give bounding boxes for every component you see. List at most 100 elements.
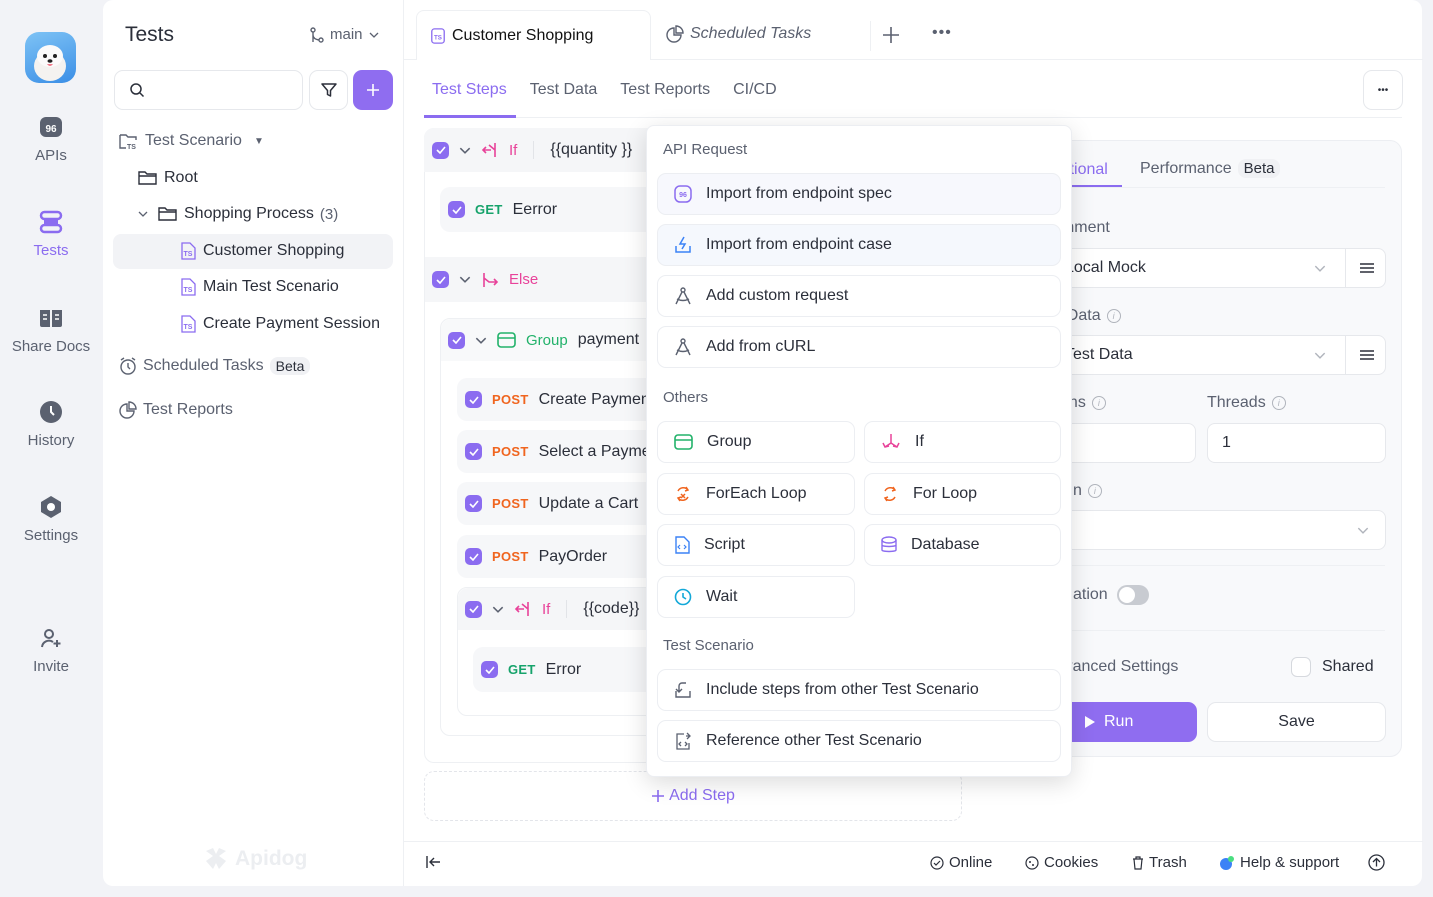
- step-checkbox[interactable]: [465, 495, 482, 512]
- tab-more-button[interactable]: •••: [932, 24, 952, 42]
- menu-script[interactable]: Script: [657, 524, 855, 566]
- menu-add-from-curl[interactable]: Add from cURL: [657, 326, 1061, 368]
- menu-import-endpoint-spec[interactable]: 96 Import from endpoint spec: [657, 173, 1061, 215]
- step-group-payment[interactable]: Group payment: [448, 319, 639, 361]
- rail-item-settings[interactable]: Settings: [0, 495, 102, 544]
- tab-performance[interactable]: Performance Beta: [1140, 159, 1281, 178]
- step-if-code[interactable]: If {{code}}: [465, 588, 639, 630]
- menu-icon[interactable]: [1360, 349, 1374, 361]
- step-checkbox[interactable]: [432, 271, 449, 288]
- step-else[interactable]: Else: [432, 257, 538, 302]
- notification-toggle[interactable]: [1117, 585, 1149, 605]
- save-button[interactable]: Save: [1207, 702, 1386, 742]
- menu-wait[interactable]: Wait: [657, 576, 855, 618]
- step-checkbox[interactable]: [432, 141, 449, 159]
- tab-label: Performance: [1140, 159, 1232, 177]
- chevron-down-icon[interactable]: [459, 276, 471, 283]
- shared-label: Shared: [1322, 658, 1374, 675]
- menu-reference-scenario[interactable]: Reference other Test Scenario: [657, 720, 1061, 762]
- menu-label: Include steps from other Test Scenario: [706, 681, 979, 698]
- step-type: Group: [526, 331, 568, 349]
- menu-label: Script: [704, 536, 745, 553]
- help-support-button[interactable]: Help & support: [1219, 854, 1339, 871]
- info-icon: i: [1271, 396, 1286, 410]
- footer-label: Help & support: [1240, 854, 1340, 871]
- menu-for-loop[interactable]: For Loop: [864, 473, 1061, 515]
- chevron-down-icon[interactable]: [459, 147, 471, 154]
- pie-chart-icon: [666, 25, 684, 43]
- tree-test-reports[interactable]: Test Reports: [119, 401, 233, 419]
- step-checkbox[interactable]: [465, 548, 482, 565]
- avatar[interactable]: [25, 32, 76, 83]
- http-method: POST: [492, 444, 529, 459]
- tab-customer-shopping[interactable]: TS Customer Shopping: [416, 10, 651, 60]
- menu-include-steps[interactable]: Include steps from other Test Scenario: [657, 669, 1061, 711]
- cookies-button[interactable]: Cookies: [1025, 854, 1098, 871]
- tree-scenario-customer-shopping[interactable]: TS Customer Shopping: [179, 241, 344, 261]
- add-step-button[interactable]: Add Step: [424, 771, 962, 821]
- chevron-down-icon[interactable]: [475, 337, 487, 344]
- menu-if[interactable]: If: [864, 421, 1061, 463]
- step-if-quantity[interactable]: If {{quantity }}: [432, 128, 632, 172]
- subtab-test-reports[interactable]: Test Reports: [620, 81, 710, 99]
- chevron-down-icon[interactable]: [492, 606, 504, 613]
- tree-scenario-create-payment[interactable]: TS Create Payment Session: [179, 314, 391, 334]
- tab-scheduled-tasks[interactable]: Scheduled Tasks: [666, 25, 811, 43]
- tree-test-scenario[interactable]: TS Test Scenario ▼: [119, 132, 264, 150]
- shared-checkbox[interactable]: [1291, 657, 1311, 677]
- new-tab-button[interactable]: [882, 26, 900, 44]
- rail-item-tests[interactable]: Tests: [0, 210, 102, 259]
- rail-item-invite[interactable]: Invite: [0, 626, 102, 675]
- page-more-button[interactable]: •••: [1363, 70, 1403, 110]
- collapse-sidebar-button[interactable]: [426, 855, 442, 869]
- threads-input[interactable]: 1: [1207, 423, 1386, 463]
- branch-icon: [310, 26, 324, 43]
- filter-button[interactable]: [309, 70, 348, 110]
- folder-icon: [158, 207, 177, 221]
- cookie-icon: [1025, 855, 1039, 870]
- field5-label: ni: [1073, 482, 1102, 500]
- menu-database[interactable]: Database: [864, 524, 1061, 566]
- chevron-down-icon: [369, 32, 378, 38]
- step-checkbox[interactable]: [448, 331, 465, 349]
- menu-import-endpoint-case[interactable]: Import from endpoint case: [657, 224, 1061, 266]
- step-checkbox[interactable]: [465, 443, 482, 460]
- search-input[interactable]: [114, 70, 303, 110]
- step-name: Error: [545, 660, 582, 678]
- check-icon: [451, 205, 462, 214]
- rail-item-history[interactable]: History: [0, 400, 102, 449]
- trash-button[interactable]: Trash: [1132, 854, 1187, 871]
- tree-folder-shopping[interactable]: Shopping Process (3): [138, 205, 338, 223]
- subtab-test-data[interactable]: Test Data: [530, 81, 598, 99]
- rail-item-apis[interactable]: 96 APIs: [0, 115, 102, 164]
- script-icon: [675, 536, 690, 554]
- menu-group[interactable]: Group: [657, 421, 855, 463]
- save-label: Save: [1278, 713, 1315, 730]
- sub-tabs: Test Steps Test Data Test Reports CI/CD: [432, 81, 777, 99]
- test-data-value: Test Data: [1065, 346, 1133, 363]
- foreach-icon: [676, 486, 690, 502]
- tree-root[interactable]: Root: [138, 169, 198, 187]
- branch-selector[interactable]: main: [310, 26, 379, 43]
- add-button[interactable]: [353, 70, 393, 110]
- menu-icon[interactable]: [1360, 262, 1374, 274]
- subtab-cicd[interactable]: CI/CD: [733, 81, 777, 99]
- scroll-top-button[interactable]: [1368, 854, 1385, 871]
- tree-scenario-main[interactable]: TS Main Test Scenario: [179, 277, 339, 297]
- tree-label: Scheduled Tasks: [143, 357, 264, 374]
- step-checkbox[interactable]: [465, 391, 482, 408]
- environment-value: Local Mock: [1065, 259, 1146, 276]
- rail-item-share-docs[interactable]: Share Docs: [0, 306, 102, 355]
- menu-add-custom-request[interactable]: Add custom request: [657, 275, 1061, 317]
- plus-icon: [883, 27, 899, 43]
- tree-scheduled-tasks[interactable]: Scheduled Tasks Beta: [119, 357, 311, 375]
- apis-icon: 96: [40, 117, 62, 137]
- alarm-clock-icon: [120, 357, 136, 375]
- step-checkbox[interactable]: [465, 600, 482, 618]
- step-checkbox[interactable]: [448, 201, 465, 218]
- menu-foreach-loop[interactable]: ForEach Loop: [657, 473, 855, 515]
- subtab-test-steps[interactable]: Test Steps: [432, 81, 507, 99]
- online-status[interactable]: Online: [930, 854, 992, 871]
- import-icon: [675, 682, 691, 698]
- step-checkbox[interactable]: [481, 661, 498, 678]
